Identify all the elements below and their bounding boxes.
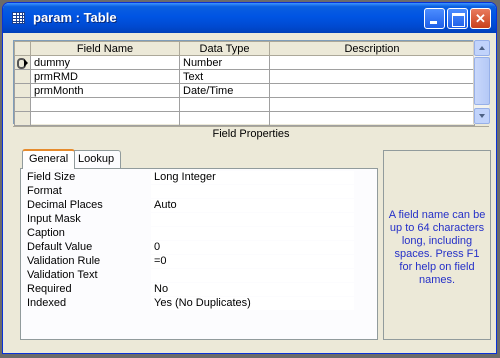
primary-key-icon [16, 57, 30, 69]
field-name-cell[interactable]: prmRMD [30, 69, 180, 84]
property-row-indexed: Indexed Yes (No Duplicates) [27, 297, 372, 311]
data-type-cell[interactable] [179, 97, 270, 112]
data-type-cell[interactable]: Date/Time [179, 83, 270, 98]
data-type-cell[interactable]: Text [179, 69, 270, 84]
property-value-required[interactable]: No [151, 283, 354, 296]
minimize-button[interactable] [424, 8, 445, 29]
property-label: Field Size [27, 171, 76, 183]
field-name-cell[interactable] [30, 111, 180, 126]
property-value-format[interactable] [151, 185, 354, 198]
tab-general[interactable]: General [22, 149, 76, 169]
property-value-input-mask[interactable] [151, 213, 354, 226]
property-row-validation-text: Validation Text [27, 269, 372, 283]
property-row-validation-rule: Validation Rule =0 [27, 255, 372, 269]
property-row-caption: Caption [27, 227, 372, 241]
scroll-up-icon[interactable] [474, 40, 490, 56]
description-cell[interactable] [269, 83, 475, 98]
scroll-thumb[interactable] [474, 57, 490, 105]
close-button[interactable]: ✕ [470, 8, 491, 29]
property-label: Caption [27, 227, 65, 239]
general-tab-panel: Field Size Long Integer Format Decimal P… [20, 168, 378, 340]
property-label: Default Value [27, 241, 93, 253]
property-label: Validation Text [27, 269, 98, 281]
field-grid: Field Name Data Type Description dummy N… [13, 40, 475, 126]
description-cell[interactable] [269, 97, 475, 112]
table-row-empty [14, 97, 475, 112]
property-row-input-mask: Input Mask [27, 213, 372, 227]
table-icon [12, 12, 25, 24]
table-row-empty [14, 111, 475, 126]
field-name-cell[interactable]: dummy [30, 55, 180, 70]
property-label: Required [27, 283, 72, 295]
description-cell[interactable] [269, 69, 475, 84]
tab-lookup[interactable]: Lookup [71, 150, 122, 168]
property-value-indexed[interactable]: Yes (No Duplicates) [151, 297, 354, 310]
property-row-required: Required No [27, 283, 372, 297]
property-label: Input Mask [27, 213, 81, 225]
property-row-decimal-places: Decimal Places Auto [27, 199, 372, 213]
title-bar[interactable]: param : Table ✕ [3, 3, 496, 33]
row-selector[interactable] [14, 55, 31, 70]
splitter[interactable] [13, 126, 489, 127]
property-value-validation-text[interactable] [151, 269, 354, 282]
property-label: Validation Rule [27, 255, 101, 267]
property-row-default-value: Default Value 0 [27, 241, 372, 255]
field-properties-title: Field Properties [212, 128, 290, 140]
description-cell[interactable] [269, 55, 475, 70]
vertical-scrollbar[interactable] [473, 40, 490, 124]
field-name-cell[interactable] [30, 97, 180, 112]
property-value-caption[interactable] [151, 227, 354, 240]
property-value-default-value[interactable]: 0 [151, 241, 354, 254]
row-selector[interactable] [14, 69, 31, 84]
table-row: prmMonth Date/Time [14, 83, 475, 98]
window-title: param : Table [33, 10, 117, 25]
maximize-button[interactable] [447, 8, 468, 29]
scroll-down-icon[interactable] [474, 108, 490, 124]
table-row: dummy Number [14, 55, 475, 70]
grid-header-selector[interactable] [14, 41, 31, 56]
description-cell[interactable] [269, 111, 475, 126]
column-header-field-name[interactable]: Field Name [30, 41, 180, 56]
property-row-field-size: Field Size Long Integer [27, 171, 372, 185]
property-label: Indexed [27, 297, 67, 309]
property-value-decimal-places[interactable]: Auto [151, 199, 354, 212]
data-type-cell[interactable] [179, 111, 270, 126]
help-panel: A field name can be up to 64 characters … [383, 150, 491, 340]
property-label: Format [27, 185, 62, 197]
row-selector[interactable] [14, 111, 31, 126]
column-header-data-type[interactable]: Data Type [179, 41, 270, 56]
column-header-description[interactable]: Description [269, 41, 475, 56]
field-name-cell[interactable]: prmMonth [30, 83, 180, 98]
property-row-format: Format [27, 185, 372, 199]
property-label: Decimal Places [27, 199, 103, 211]
table-row: prmRMD Text [14, 69, 475, 84]
row-selector[interactable] [14, 97, 31, 112]
data-type-cell[interactable]: Number [179, 55, 270, 70]
help-text: A field name can be up to 64 characters … [388, 209, 486, 286]
row-selector[interactable] [14, 83, 31, 98]
table-design-window: param : Table ✕ Field Name Data Type Des… [2, 2, 497, 354]
property-value-field-size[interactable]: Long Integer [151, 171, 354, 184]
property-value-validation-rule[interactable]: =0 [151, 255, 354, 268]
